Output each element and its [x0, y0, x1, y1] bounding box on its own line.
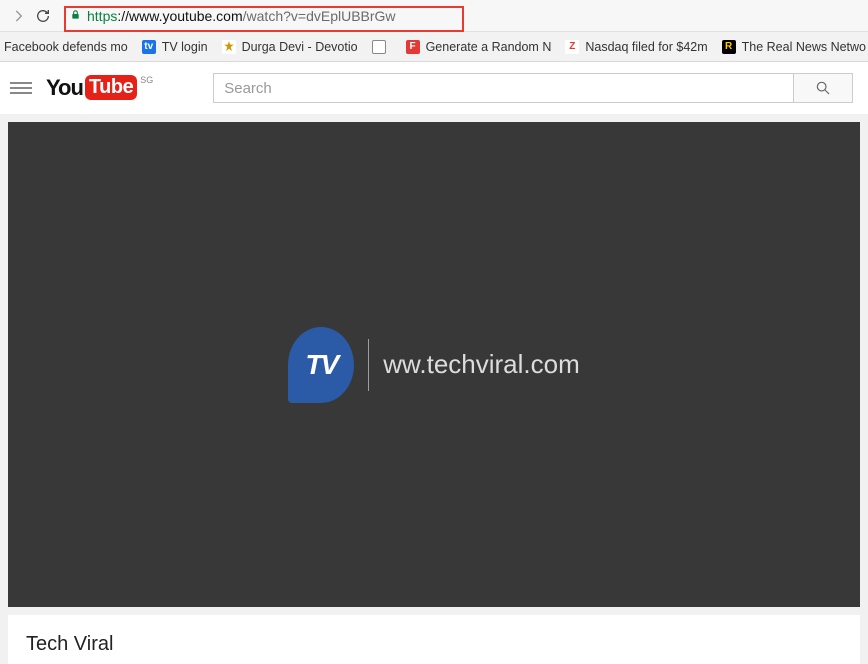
- search-button[interactable]: [793, 73, 853, 103]
- youtube-logo[interactable]: You Tube SG: [46, 75, 153, 101]
- search-container: [213, 73, 853, 103]
- bookmark-favicon-icon: tv: [142, 40, 156, 54]
- bookmarks-bar: Facebook defends mo tv TV login Durga De…: [0, 32, 868, 62]
- video-title: Tech Viral: [26, 633, 842, 656]
- bookmark-item[interactable]: R The Real News Netwo: [722, 40, 866, 54]
- search-input[interactable]: [213, 73, 793, 103]
- reload-icon[interactable]: [34, 7, 52, 25]
- video-info-panel: Tech Viral: [8, 615, 860, 664]
- browser-address-bar: https ://www.youtube.com /watch?v=dvEplU…: [0, 0, 868, 32]
- video-watermark: TV ww.techviral.com: [288, 327, 580, 403]
- url-text: https ://www.youtube.com /watch?v=dvEplU…: [87, 8, 396, 24]
- bookmark-label: TV login: [162, 40, 208, 54]
- hamburger-menu-icon[interactable]: [10, 77, 32, 99]
- url-path: /watch?v=dvEplUBBrGw: [243, 8, 396, 24]
- bookmark-item[interactable]: Z Nasdaq filed for $42m: [565, 40, 707, 54]
- bookmark-label: Durga Devi - Devotio: [242, 40, 358, 54]
- url-protocol: https: [87, 8, 117, 24]
- search-icon: [815, 80, 831, 96]
- video-player[interactable]: TV ww.techviral.com: [8, 122, 860, 607]
- bookmark-label: Generate a Random N: [426, 40, 552, 54]
- bookmark-favicon-icon: [222, 40, 236, 54]
- watermark-url-text: ww.techviral.com: [383, 349, 580, 380]
- bookmark-item[interactable]: [372, 40, 392, 54]
- bookmark-label: Nasdaq filed for $42m: [585, 40, 707, 54]
- youtube-region-code: SG: [140, 75, 153, 85]
- bookmark-item[interactable]: tv TV login: [142, 40, 208, 54]
- bookmark-favicon-icon: [372, 40, 386, 54]
- youtube-logo-tube: Tube: [85, 75, 137, 100]
- bookmark-favicon-icon: F: [406, 40, 420, 54]
- bookmark-favicon-icon: R: [722, 40, 736, 54]
- url-field[interactable]: https ://www.youtube.com /watch?v=dvEplU…: [64, 8, 856, 24]
- page-content: TV ww.techviral.com Tech Viral: [0, 114, 868, 664]
- youtube-header: You Tube SG: [0, 62, 868, 114]
- bookmark-item[interactable]: F Generate a Random N: [406, 40, 552, 54]
- bookmark-label: Facebook defends mo: [4, 40, 128, 54]
- watermark-badge-icon: TV: [288, 327, 354, 403]
- bookmark-item[interactable]: Facebook defends mo: [4, 40, 128, 54]
- watermark-divider: [368, 339, 369, 391]
- lock-icon: [70, 8, 81, 24]
- bookmark-item[interactable]: Durga Devi - Devotio: [222, 40, 358, 54]
- bookmark-label: The Real News Netwo: [742, 40, 866, 54]
- url-host: ://www.youtube.com: [117, 8, 242, 24]
- forward-arrow-icon[interactable]: [10, 7, 28, 25]
- youtube-logo-you: You: [46, 75, 83, 101]
- bookmark-favicon-icon: Z: [565, 40, 579, 54]
- watermark-badge-text: TV: [305, 349, 337, 381]
